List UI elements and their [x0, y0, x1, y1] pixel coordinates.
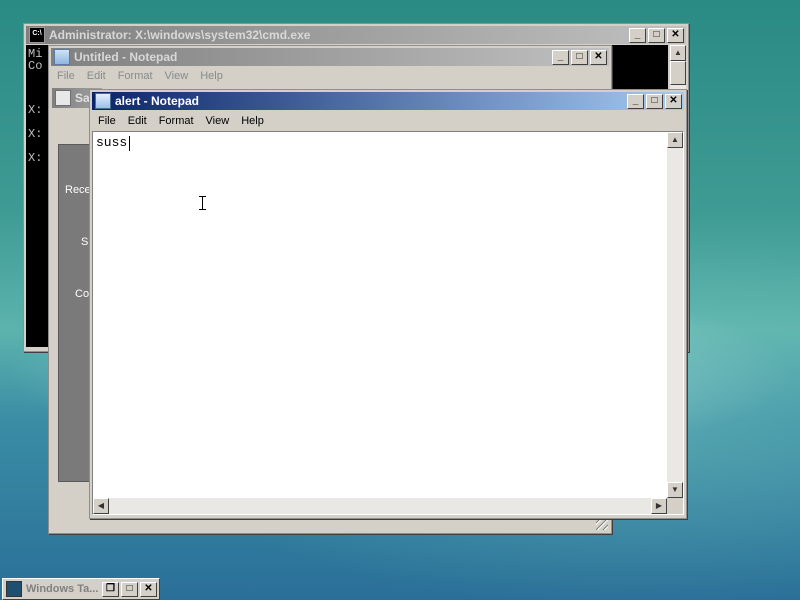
- alert-close-button[interactable]: ✕: [665, 93, 682, 109]
- alert-resize-grip[interactable]: [682, 529, 683, 530]
- untitled-maximize-button[interactable]: □: [571, 49, 588, 65]
- cmd-line: X:: [28, 103, 43, 117]
- untitled-titlebar[interactable]: Untitled - Notepad _ □ ✕: [51, 48, 609, 66]
- scroll-right-button[interactable]: ▶: [651, 498, 667, 514]
- alert-notepad-window: alert - Notepad _ □ ✕ File Edit Format V…: [89, 89, 687, 519]
- scroll-down-button[interactable]: ▼: [667, 482, 683, 498]
- cmd-titlebar[interactable]: C:\ Administrator: X:\windows\system32\c…: [26, 26, 686, 44]
- cmd-icon: C:\: [29, 27, 45, 43]
- cmd-maximize-button[interactable]: □: [648, 27, 665, 43]
- alert-maximize-button[interactable]: □: [646, 93, 663, 109]
- taskbar-button-windows-task[interactable]: Windows Ta... ❐ □ ✕: [2, 578, 160, 600]
- cmd-scroll-thumb[interactable]: [670, 61, 686, 85]
- menu-file[interactable]: File: [51, 70, 81, 82]
- background-label: Rece: [65, 184, 91, 196]
- menu-view[interactable]: View: [159, 70, 195, 82]
- scroll-left-button[interactable]: ◀: [93, 498, 109, 514]
- cmd-scroll-up[interactable]: ▲: [670, 45, 686, 61]
- scroll-up-button[interactable]: ▲: [667, 132, 683, 148]
- untitled-minimize-button[interactable]: _: [552, 49, 569, 65]
- notepad-icon: [95, 93, 111, 109]
- untitled-close-button[interactable]: ✕: [590, 49, 607, 65]
- background-label: Co: [75, 288, 90, 300]
- alert-content-text: suss: [96, 135, 128, 150]
- menu-edit[interactable]: Edit: [122, 115, 153, 127]
- menu-format[interactable]: Format: [112, 70, 159, 82]
- alert-vertical-scrollbar[interactable]: ▲ ▼: [667, 132, 683, 498]
- cmd-line: X:: [28, 151, 43, 165]
- text-caret: [129, 136, 130, 151]
- menu-file[interactable]: File: [92, 115, 122, 127]
- untitled-resize-grip[interactable]: [596, 518, 608, 530]
- taskbar-maximize-button[interactable]: □: [121, 581, 138, 597]
- background-title: Sa: [75, 91, 90, 105]
- taskbar-button-label: Windows Ta...: [26, 583, 99, 595]
- menu-format[interactable]: Format: [153, 115, 200, 127]
- untitled-menubar: File Edit Format View Help: [51, 67, 609, 85]
- cmd-close-button[interactable]: ✕: [667, 27, 684, 43]
- task-manager-icon: [6, 581, 22, 597]
- alert-minimize-button[interactable]: _: [627, 93, 644, 109]
- cmd-minimize-button[interactable]: _: [629, 27, 646, 43]
- cmd-line: Co: [28, 59, 43, 73]
- untitled-title: Untitled - Notepad: [74, 50, 178, 64]
- alert-text-area[interactable]: suss ▲ ▼ ◀ ▶: [92, 131, 684, 515]
- background-label: S: [81, 236, 89, 248]
- alert-title: alert - Notepad: [115, 94, 200, 108]
- alert-menubar: File Edit Format View Help: [92, 112, 684, 130]
- menu-view[interactable]: View: [200, 115, 236, 127]
- taskbar-restore-button[interactable]: ❐: [102, 581, 119, 597]
- scroll-corner: [667, 498, 683, 514]
- menu-edit[interactable]: Edit: [81, 70, 112, 82]
- menu-help[interactable]: Help: [235, 115, 270, 127]
- cmd-title: Administrator: X:\windows\system32\cmd.e…: [49, 28, 311, 42]
- cmd-line: X:: [28, 127, 43, 141]
- taskbar-close-button[interactable]: ✕: [140, 581, 157, 597]
- window-icon: [55, 90, 71, 106]
- alert-horizontal-scrollbar[interactable]: ◀ ▶: [93, 498, 667, 514]
- notepad-icon: [54, 49, 70, 65]
- i-beam-cursor-icon: [199, 196, 206, 210]
- alert-titlebar[interactable]: alert - Notepad _ □ ✕: [92, 92, 684, 110]
- menu-help[interactable]: Help: [194, 70, 229, 82]
